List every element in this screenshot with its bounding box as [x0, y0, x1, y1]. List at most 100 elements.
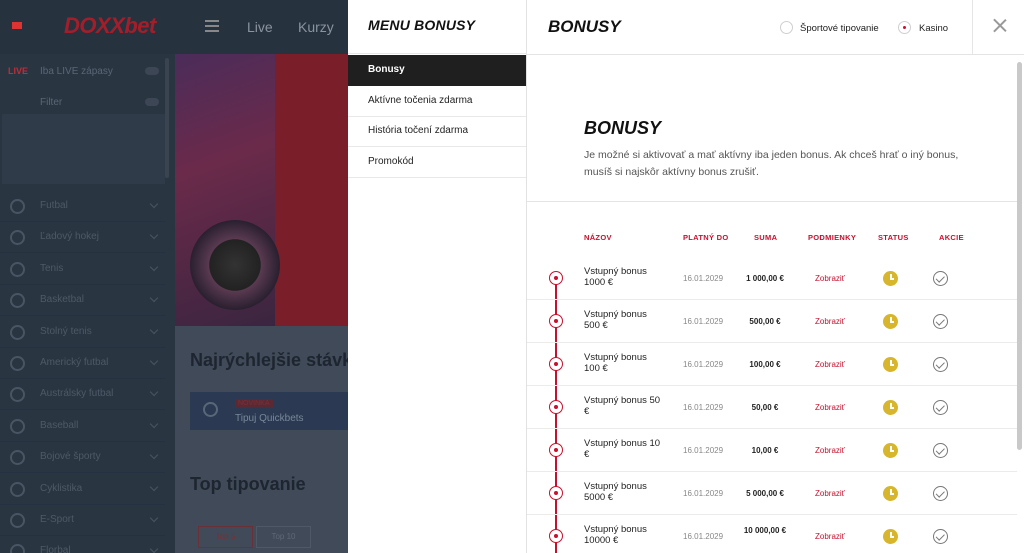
- tab-top-10[interactable]: Top 10: [256, 526, 311, 548]
- bonus-scrollbar[interactable]: [1017, 62, 1022, 450]
- sport-label: Bojové športy: [40, 451, 101, 463]
- bonus-name: Vstupný bonus 50 €: [584, 395, 661, 417]
- check-circle-icon[interactable]: [933, 443, 948, 458]
- bonus-menu-panel: MENU BONUSY Bonusy Aktívne točenia zdarm…: [348, 0, 526, 553]
- check-circle-icon[interactable]: [933, 400, 948, 415]
- sport-label: Basketbal: [40, 294, 84, 306]
- menu-item-active-free-spins[interactable]: Aktívne točenia zdarma: [348, 86, 526, 117]
- radio-sport-betting[interactable]: [780, 21, 793, 34]
- roulette-image: [190, 220, 280, 310]
- bonus-amount: 100,00 €: [749, 360, 781, 369]
- bonus-amount: 5 000,00 €: [746, 489, 784, 498]
- timeline-dot: [549, 357, 563, 371]
- check-circle-icon[interactable]: [933, 357, 948, 372]
- column-header-conditions: PODMIENKY: [808, 233, 857, 242]
- column-header-status: STATUS: [878, 233, 909, 242]
- sport-icon: [10, 450, 25, 466]
- filter-toggle[interactable]: [145, 98, 159, 106]
- check-circle-icon[interactable]: [933, 314, 948, 329]
- brand-logo[interactable]: DOXXbet: [64, 13, 156, 39]
- radio-casino[interactable]: [898, 21, 911, 34]
- timeline-dot: [549, 529, 563, 543]
- sport-label: Austrálsky futbal: [40, 388, 114, 400]
- sidebar-sport-item[interactable]: E-Sport: [0, 505, 165, 536]
- check-circle-icon[interactable]: [933, 529, 948, 544]
- show-conditions-link[interactable]: Zobraziť: [815, 317, 845, 326]
- sidebar-sport-item[interactable]: Stolný tenis: [0, 317, 165, 348]
- sidebar-sport-item[interactable]: Baseball: [0, 411, 165, 442]
- bonus-name: Vstupný bonus 5000 €: [584, 481, 647, 503]
- hamburger-menu-icon[interactable]: [205, 20, 219, 32]
- clock-icon: [883, 271, 898, 286]
- show-conditions-link[interactable]: Zobraziť: [815, 532, 845, 541]
- sidebar-sport-item[interactable]: Futbal: [0, 191, 165, 222]
- bonus-row: Vstupný bonus 50 € 16.01.2029 50,00 € Zobra…: [527, 386, 1017, 429]
- search-icon: [203, 402, 218, 417]
- radio-casino-label[interactable]: Kasino: [919, 23, 948, 34]
- bonus-valid-until: 16.01.2029: [683, 317, 724, 326]
- sport-icon: [10, 356, 25, 371]
- tab-top-5[interactable]: Top 5: [198, 526, 253, 548]
- sidebar-sport-item[interactable]: Austrálsky futbal: [0, 379, 165, 411]
- bonus-amount: 1 000,00 €: [746, 274, 784, 283]
- sidebar-scrollbar[interactable]: [165, 58, 169, 178]
- bonus-menu-title: MENU BONUSY: [368, 17, 476, 33]
- nav-kurzy[interactable]: Kurzy: [298, 19, 334, 35]
- close-icon[interactable]: [991, 17, 1008, 34]
- show-conditions-link[interactable]: Zobraziť: [815, 489, 845, 498]
- sport-label: Baseball: [40, 419, 79, 431]
- quickbets-label: Tipuj Quickbets: [235, 413, 304, 424]
- clock-icon: [883, 400, 898, 415]
- promo-banner-text-area[interactable]: [275, 54, 350, 326]
- chevron-down-icon: [149, 545, 159, 553]
- bonus-valid-until: 16.01.2029: [683, 403, 724, 412]
- sport-icon: [10, 481, 25, 497]
- sidebar-sport-item[interactable]: Florbal: [0, 536, 165, 553]
- check-circle-icon[interactable]: [933, 486, 948, 501]
- show-conditions-link[interactable]: Zobraziť: [815, 403, 845, 412]
- menu-item-bonusy[interactable]: Bonusy: [348, 55, 526, 86]
- bonus-row: Vstupný bonus 10 € 16.01.2029 10,00 € Zobra…: [527, 429, 1017, 472]
- sidebar-sport-item[interactable]: Tenis: [0, 254, 165, 285]
- bonus-amount: 10 000,00 €: [743, 526, 787, 535]
- show-conditions-link[interactable]: Zobraziť: [815, 446, 845, 455]
- live-toggle[interactable]: [145, 67, 159, 75]
- sidebar-sport-item[interactable]: Americký futbal: [0, 348, 165, 379]
- clock-icon: [883, 486, 898, 501]
- sport-label: E-Sport: [40, 514, 74, 525]
- nav-live[interactable]: Live: [247, 19, 273, 35]
- column-header-action: AKCIE: [939, 233, 964, 242]
- flag-icon[interactable]: [12, 22, 22, 29]
- live-filter-row[interactable]: LIVE Iba LIVE zápasy: [0, 58, 165, 86]
- sidebar-sport-item[interactable]: Ľadový hokej: [0, 222, 165, 254]
- menu-item-promo-code[interactable]: Promokód: [348, 147, 526, 178]
- clock-icon: [883, 443, 898, 458]
- sport-icon: [10, 230, 25, 246]
- sport-label: Americký futbal: [40, 357, 109, 368]
- clock-icon: [883, 529, 898, 544]
- clock-icon: [883, 357, 898, 372]
- filter-options[interactable]: [2, 114, 165, 184]
- show-conditions-link[interactable]: Zobraziť: [815, 360, 845, 369]
- sport-icon: [10, 387, 25, 403]
- chevron-down-icon: [149, 293, 159, 303]
- sport-label: Stolný tenis: [40, 325, 92, 337]
- bonus-panel-title: BONUSY: [548, 17, 621, 36]
- bonus-row: Vstupný bonus 10000 € 16.01.2029 10 000,00…: [527, 515, 1017, 553]
- sport-label: Cyklistika: [40, 482, 83, 494]
- sidebar-sport-item[interactable]: Cyklistika: [0, 474, 165, 505]
- clock-icon: [883, 314, 898, 329]
- filter-label: Filter: [40, 97, 63, 108]
- sidebar-sport-item[interactable]: Bojové športy: [0, 442, 165, 474]
- show-conditions-link[interactable]: Zobraziť: [815, 274, 845, 283]
- sport-icon: [10, 513, 25, 528]
- sidebar-sport-item[interactable]: Basketbal: [0, 285, 165, 317]
- chevron-down-icon: [149, 356, 159, 366]
- bonus-name: Vstupný bonus 10 €: [584, 438, 661, 460]
- check-circle-icon[interactable]: [933, 271, 948, 286]
- chevron-down-icon: [149, 231, 159, 240]
- radio-sport-betting-label[interactable]: Športové tipovanie: [800, 23, 879, 34]
- menu-item-free-spins-history[interactable]: História točení zdarma: [348, 116, 526, 147]
- header-divider: [972, 0, 973, 54]
- sport-icon: [10, 418, 25, 434]
